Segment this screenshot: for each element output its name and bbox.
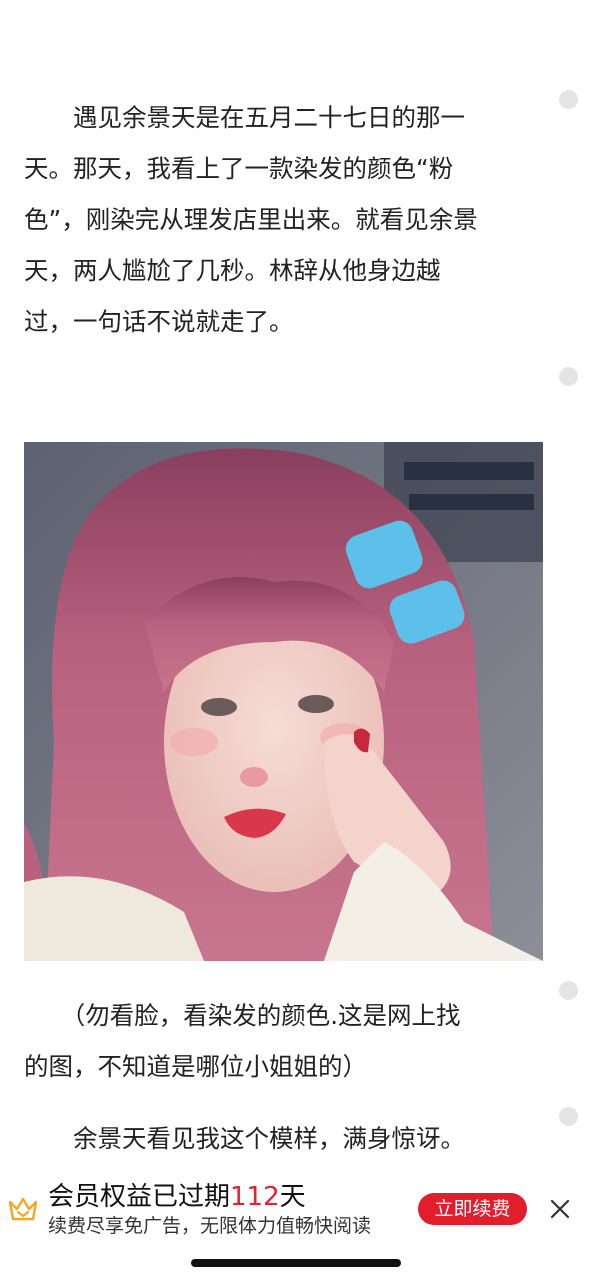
comment-dot-3[interactable]	[559, 981, 578, 1000]
vip-expired-days: 112	[230, 1182, 280, 1212]
vip-status-title: 会员权益已过期112天	[48, 1182, 306, 1212]
photo-caption: （勿看脸，看染发的颜色.这是网上找 的图，不知道是哪位小姐姐的）	[24, 1001, 461, 1081]
comment-dot-4[interactable]	[559, 1107, 578, 1126]
article-photo[interactable]	[24, 442, 543, 961]
crown-icon	[8, 1197, 38, 1221]
comment-dot-1[interactable]	[559, 90, 578, 109]
article-paragraph-1: 遇见余景天是在五月二十七日的那一 天。那天，我看上了一款染发的颜色“粉 色”，刚…	[24, 103, 478, 336]
home-indicator[interactable]	[191, 1259, 401, 1267]
vip-expired-banner[interactable]: 会员权益已过期112天 续费尽享免广告，无限体力值畅快阅读 立即续费	[0, 1170, 591, 1250]
close-icon[interactable]	[549, 1198, 571, 1220]
vip-subtitle: 续费尽享免广告，无限体力值畅快阅读	[48, 1215, 372, 1237]
article-paragraph-2: 余景天看见我这个模样，满身惊讶。	[24, 1124, 465, 1153]
comment-dot-2[interactable]	[559, 367, 578, 386]
renew-button[interactable]: 立即续费	[418, 1193, 527, 1225]
